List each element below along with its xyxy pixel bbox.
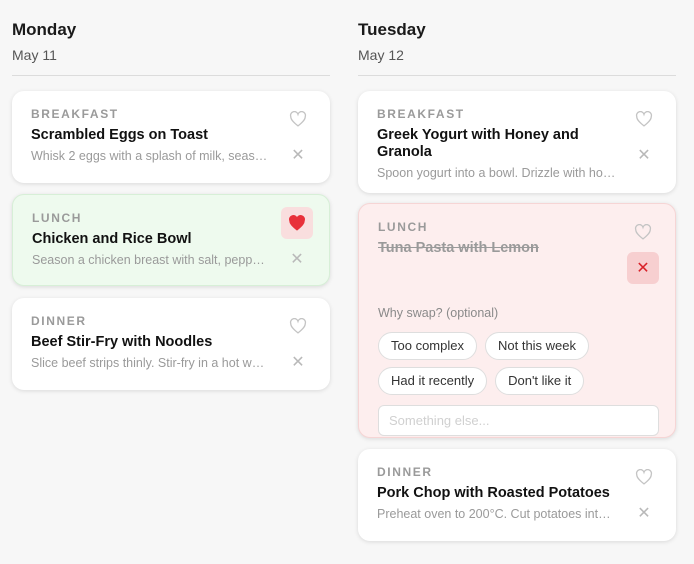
close-icon[interactable]: ✕: [628, 497, 660, 529]
heart-outline-icon[interactable]: [627, 216, 659, 248]
meal-title: Scrambled Eggs on Toast: [31, 127, 208, 143]
day-column-monday: Monday May 11 BREAKFAST Scrambled Eggs o…: [12, 0, 330, 390]
heart-outline-icon[interactable]: [282, 310, 314, 342]
reason-chip-not-this-week[interactable]: Not this week: [484, 332, 590, 360]
meal-card-breakfast[interactable]: BREAKFAST Scrambled Eggs on Toast Whisk …: [12, 91, 330, 183]
close-icon[interactable]: ✕: [282, 346, 314, 378]
meal-description: Slice beef strips thinly. Stir-fry in a …: [31, 356, 270, 370]
heart-outline-icon[interactable]: [628, 461, 660, 493]
day-name: Tuesday: [358, 20, 426, 39]
meal-description: Whisk 2 eggs with a splash of milk, seas…: [31, 149, 270, 163]
day-header: Monday May 11: [12, 0, 330, 76]
meal-description: Season a chicken breast with salt, peppe…: [32, 253, 269, 267]
meal-description: Spoon yogurt into a bowl. Drizzle with h…: [377, 166, 616, 180]
day-date: May 11: [12, 47, 57, 63]
close-icon[interactable]: ✕: [627, 252, 659, 284]
close-icon[interactable]: ✕: [281, 243, 313, 275]
meal-title: Tuna Pasta with Lemon: [378, 240, 539, 256]
swap-reason-label: Why swap? (optional): [378, 306, 499, 320]
meal-card-breakfast[interactable]: BREAKFAST Greek Yogurt with Honey and Gr…: [358, 91, 676, 193]
meal-type: DINNER: [31, 314, 87, 328]
meal-title: Chicken and Rice Bowl: [32, 231, 192, 247]
meal-title: Pork Chop with Roasted Potatoes: [377, 485, 610, 501]
meal-card-lunch[interactable]: LUNCH Tuna Pasta with Lemon ✕ Why swap? …: [358, 203, 676, 438]
meal-type: DINNER: [377, 465, 433, 479]
meal-title: Beef Stir-Fry with Noodles: [31, 334, 213, 350]
close-icon[interactable]: ✕: [282, 139, 314, 171]
meal-card-dinner[interactable]: DINNER Pork Chop with Roasted Potatoes P…: [358, 449, 676, 541]
reason-chip-too-complex[interactable]: Too complex: [378, 332, 477, 360]
reason-chip-had-it-recently[interactable]: Had it recently: [378, 367, 488, 395]
meal-card-lunch[interactable]: LUNCH Chicken and Rice Bowl Season a chi…: [12, 194, 330, 286]
meal-title: Greek Yogurt with Honey and Granola: [377, 127, 579, 160]
day-name: Monday: [12, 20, 77, 39]
heart-filled-icon[interactable]: [281, 207, 313, 239]
meal-type: LUNCH: [32, 211, 82, 225]
heart-outline-icon[interactable]: [628, 103, 660, 135]
meal-card-dinner[interactable]: DINNER Beef Stir-Fry with Noodles Slice …: [12, 298, 330, 390]
heart-outline-icon[interactable]: [282, 103, 314, 135]
meal-type: BREAKFAST: [31, 107, 119, 121]
reason-chip-row: Had it recently Don't like it: [378, 367, 615, 395]
day-header: Tuesday May 12: [358, 0, 676, 76]
day-date: May 12: [358, 47, 404, 63]
meal-type: LUNCH: [378, 220, 428, 234]
close-icon[interactable]: ✕: [628, 139, 660, 171]
meal-description: Preheat oven to 200°C. Cut potatoes into…: [377, 507, 616, 521]
meal-type: BREAKFAST: [377, 107, 465, 121]
swap-reason-input[interactable]: [378, 405, 659, 436]
swap-reason-panel: Why swap? (optional) Too complex Not thi…: [378, 305, 659, 436]
reason-chip-dont-like-it[interactable]: Don't like it: [495, 367, 585, 395]
day-column-tuesday: Tuesday May 12 BREAKFAST Greek Yogurt wi…: [358, 0, 676, 541]
reason-chip-row: Too complex Not this week: [378, 332, 615, 360]
